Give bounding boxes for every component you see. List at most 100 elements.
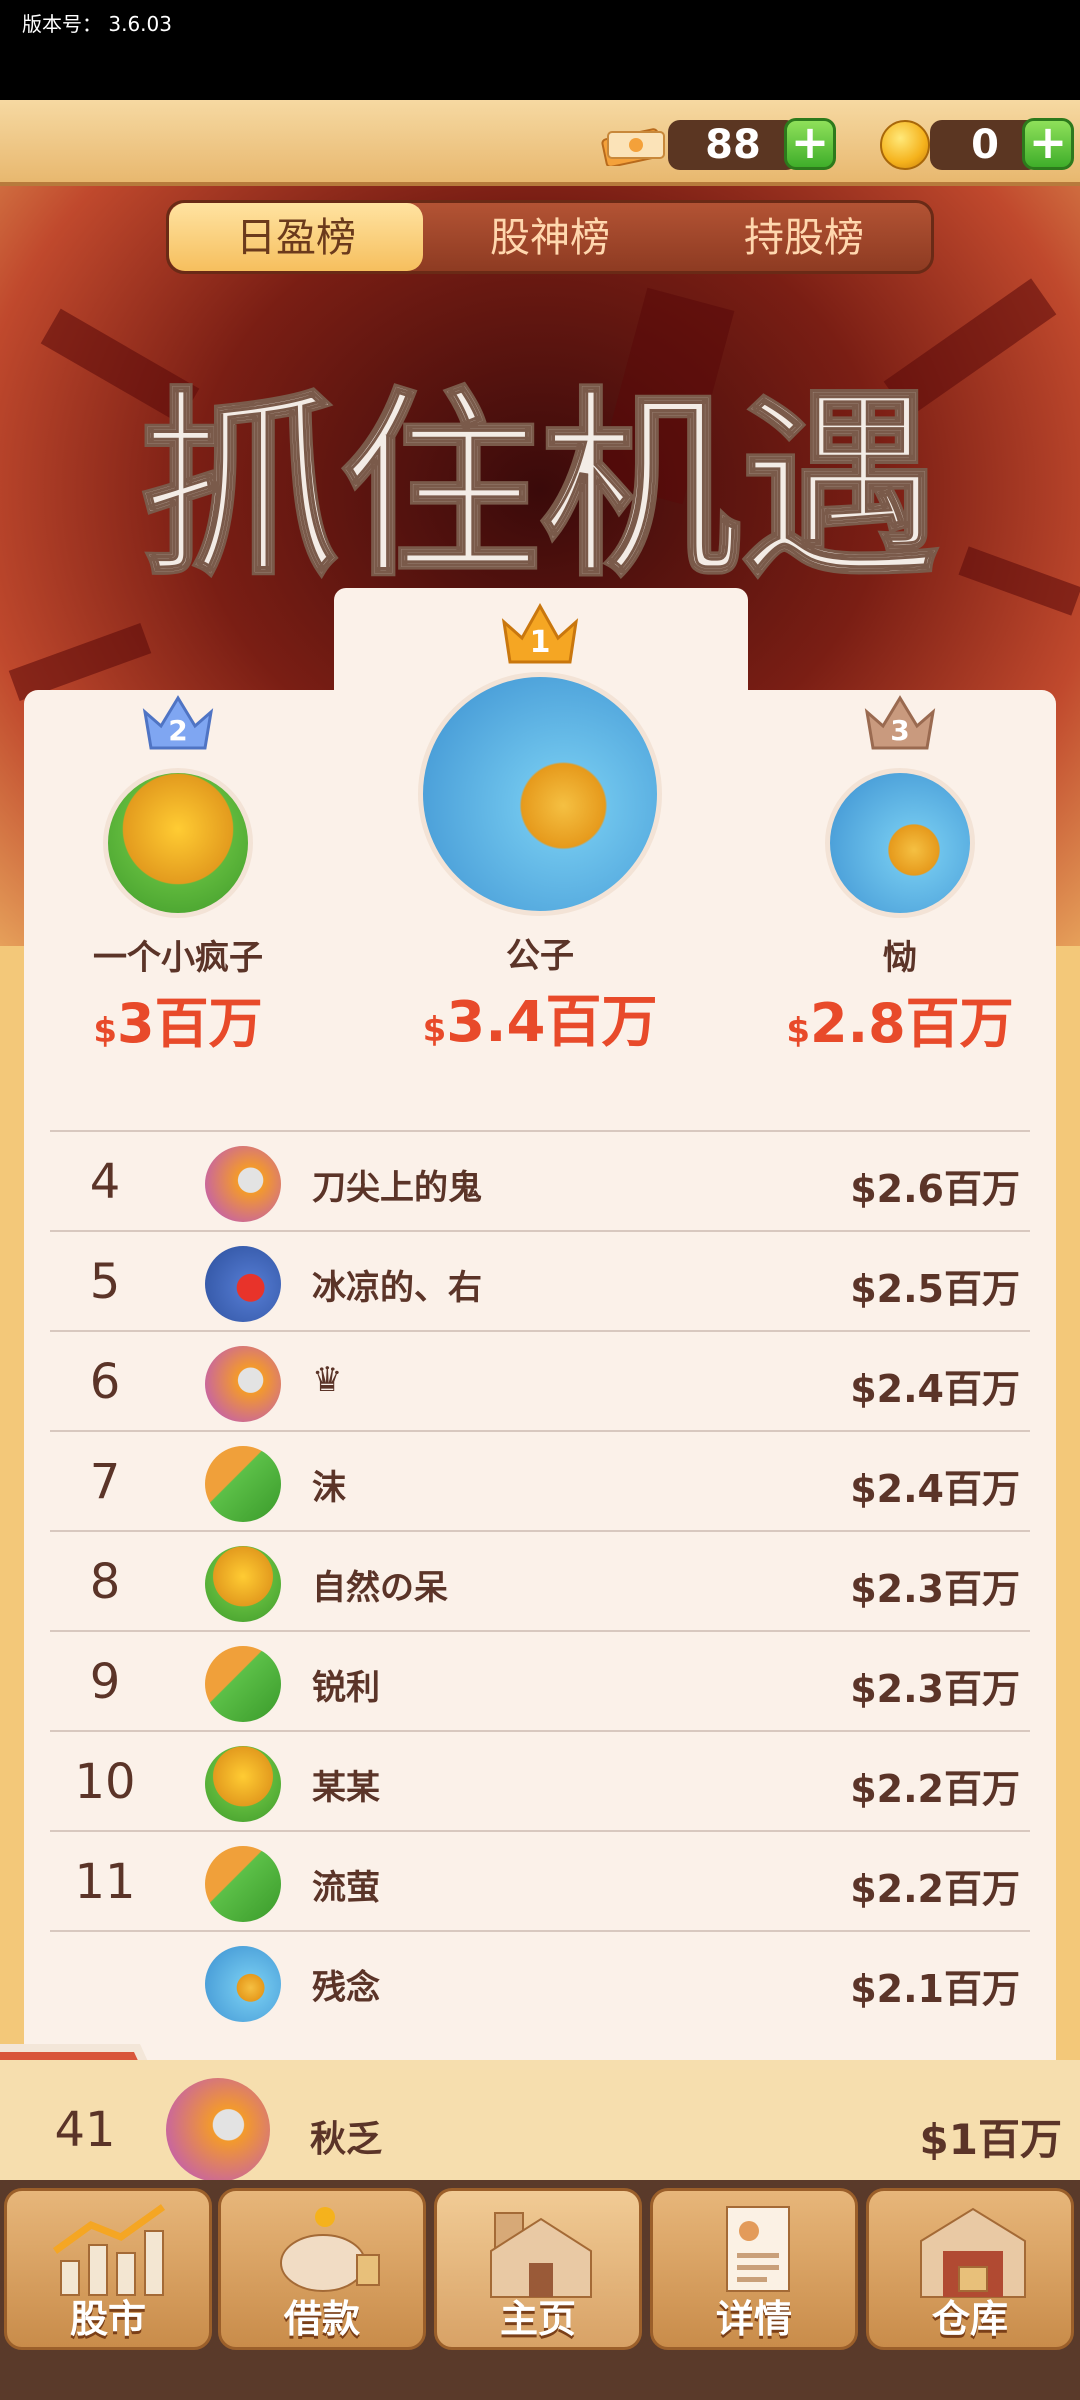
player-amount: $2.5百万 — [850, 1267, 1020, 1311]
podium-second[interactable]: 2 一个小疯子 $3百万 — [58, 695, 298, 1058]
player-name: 自然の呆 — [312, 1568, 448, 1608]
player-amount: $2.3百万 — [850, 1667, 1020, 1711]
player-avatar — [205, 1446, 281, 1522]
player-avatar — [205, 1946, 281, 2022]
ranking-list: 4 刀尖上的鬼 $2.6百万 5 冰凉的、右 $2.5百万 6 ♛ $2.4百万… — [50, 1130, 1030, 2030]
nav-stock-market[interactable]: 股市 — [4, 2188, 212, 2350]
currency-bar: 88 + 0 + — [0, 100, 1080, 186]
player-avatar — [205, 1646, 281, 1722]
list-item[interactable]: 6 ♛ $2.4百万 — [50, 1330, 1030, 1430]
row-rank: 11 — [74, 1854, 136, 1910]
my-amount: $1百万 — [919, 2115, 1062, 2164]
add-cash-button[interactable]: + — [784, 118, 836, 170]
slogan-title: 抓住机遇 — [138, 370, 941, 606]
tab-holdings[interactable]: 持股榜 — [677, 203, 931, 271]
nav-label: 详情 — [715, 2297, 792, 2341]
player-amount: $2.4百万 — [850, 1467, 1020, 1511]
dollar-sign: $ — [422, 1010, 447, 1050]
add-coin-button[interactable]: + — [1022, 118, 1074, 170]
nav-details[interactable]: 详情 — [650, 2188, 858, 2350]
row-rank: 4 — [89, 1154, 121, 1210]
player-name: 流萤 — [312, 1868, 380, 1908]
my-avatar — [166, 2078, 270, 2182]
list-item[interactable]: 4 刀尖上的鬼 $2.6百万 — [50, 1130, 1030, 1230]
player-avatar — [205, 1346, 281, 1422]
player-avatar — [103, 768, 253, 918]
player-avatar — [205, 1246, 281, 1322]
list-item[interactable]: 8 自然の呆 $2.3百万 — [50, 1530, 1030, 1630]
bottom-nav: 股市 借款 主页 详情 仓库 — [0, 2180, 1080, 2400]
player-avatar — [205, 1546, 281, 1622]
tab-stock-god[interactable]: 股神榜 — [423, 203, 677, 271]
warehouse-icon — [920, 2207, 1026, 2298]
player-name: 冰凉的、右 — [312, 1268, 482, 1308]
nav-loan[interactable]: 借款 — [218, 2188, 426, 2350]
nav-label: 股市 — [69, 2297, 146, 2341]
document-icon — [726, 2206, 790, 2292]
amount-value: 3.4百万 — [446, 990, 658, 1055]
player-amount: $3.4百万 — [380, 977, 700, 1058]
row-rank: 9 — [89, 1654, 121, 1710]
list-item[interactable]: 10 某某 $2.2百万 — [50, 1730, 1030, 1830]
amount-value: 3百万 — [117, 992, 263, 1055]
player-name: 某某 — [312, 1768, 380, 1808]
cash-amount: 88 — [668, 120, 798, 170]
nav-label: 借款 — [283, 2297, 360, 2341]
nav-home[interactable]: 主页 — [434, 2188, 642, 2350]
player-name: 一个小疯子 — [93, 938, 263, 978]
bronze-crown-icon: 3 — [864, 695, 936, 750]
player-name: 沫 — [312, 1468, 346, 1508]
gold-crown-icon: 1 — [501, 602, 579, 664]
player-name: ♛ — [312, 1360, 343, 1400]
list-item[interactable]: 9 锐利 $2.3百万 — [50, 1630, 1030, 1730]
player-avatar — [825, 768, 975, 918]
podium-first[interactable]: 1 公子 $3.4百万 — [380, 600, 700, 1058]
game-screen: 88 + 0 + 日盈榜 股神榜 持股榜 抓住机遇 2 一个小疯子 $3百万 1… — [0, 100, 1080, 2400]
list-item[interactable]: 11 流萤 $2.2百万 — [50, 1830, 1030, 1930]
nav-warehouse[interactable]: 仓库 — [866, 2188, 1074, 2350]
nav-label: 仓库 — [931, 2297, 1008, 2341]
player-amount: $2.2百万 — [850, 1767, 1020, 1811]
list-item[interactable]: 5 冰凉的、右 $2.5百万 — [50, 1230, 1030, 1330]
svg-text:抓住机遇: 抓住机遇 — [140, 371, 940, 604]
svg-text:2: 2 — [168, 714, 187, 747]
my-rank-bar: 41 秋乏 $1百万 — [0, 2060, 1080, 2200]
status-strip: 版本号： 3.6.03 — [0, 0, 1080, 100]
list-item[interactable]: 残念 $2.1百万 — [50, 1930, 1030, 2030]
list-item[interactable]: 7 沫 $2.4百万 — [50, 1430, 1030, 1530]
player-amount: $2.2百万 — [850, 1867, 1020, 1911]
player-avatar — [205, 1746, 281, 1822]
player-amount: $3百万 — [58, 979, 298, 1058]
svg-text:1: 1 — [530, 625, 551, 660]
tab-daily-profit[interactable]: 日盈榜 — [169, 203, 423, 271]
row-rank: 6 — [89, 1354, 121, 1410]
svg-text:3: 3 — [890, 714, 909, 747]
my-name: 秋乏 — [310, 2119, 383, 2160]
player-avatar — [418, 672, 662, 916]
player-amount: $2.4百万 — [850, 1367, 1020, 1411]
coin-icon — [880, 120, 930, 170]
cash-stack-icon — [601, 128, 665, 166]
player-amount: $2.3百万 — [850, 1567, 1020, 1611]
version-label: 版本号： 3.6.03 — [22, 12, 172, 36]
my-rank-number: 41 — [54, 2102, 116, 2158]
leaderboard-tabs: 日盈榜 股神榜 持股榜 — [166, 200, 934, 274]
player-name: 刀尖上的鬼 — [312, 1168, 482, 1208]
player-amount: $2.8百万 — [770, 979, 1030, 1058]
row-rank: 10 — [74, 1754, 136, 1810]
stock-chart-icon — [52, 2204, 166, 2296]
banner-shard — [958, 546, 1080, 616]
nav-label: 主页 — [499, 2297, 576, 2341]
silver-crown-icon: 2 — [142, 695, 214, 750]
player-name: 锐利 — [312, 1668, 380, 1708]
podium-third[interactable]: 3 恸 $2.8百万 — [770, 695, 1030, 1058]
player-name: 恸 — [883, 938, 917, 978]
dollar-sign: $ — [786, 1011, 810, 1051]
row-rank: 8 — [89, 1554, 121, 1610]
player-avatar — [205, 1846, 281, 1922]
player-avatar — [205, 1146, 281, 1222]
row-rank: 5 — [89, 1254, 121, 1310]
amount-value: 2.8百万 — [810, 992, 1014, 1055]
dollar-sign: $ — [93, 1011, 118, 1051]
piggy-bank-icon — [280, 2207, 380, 2292]
